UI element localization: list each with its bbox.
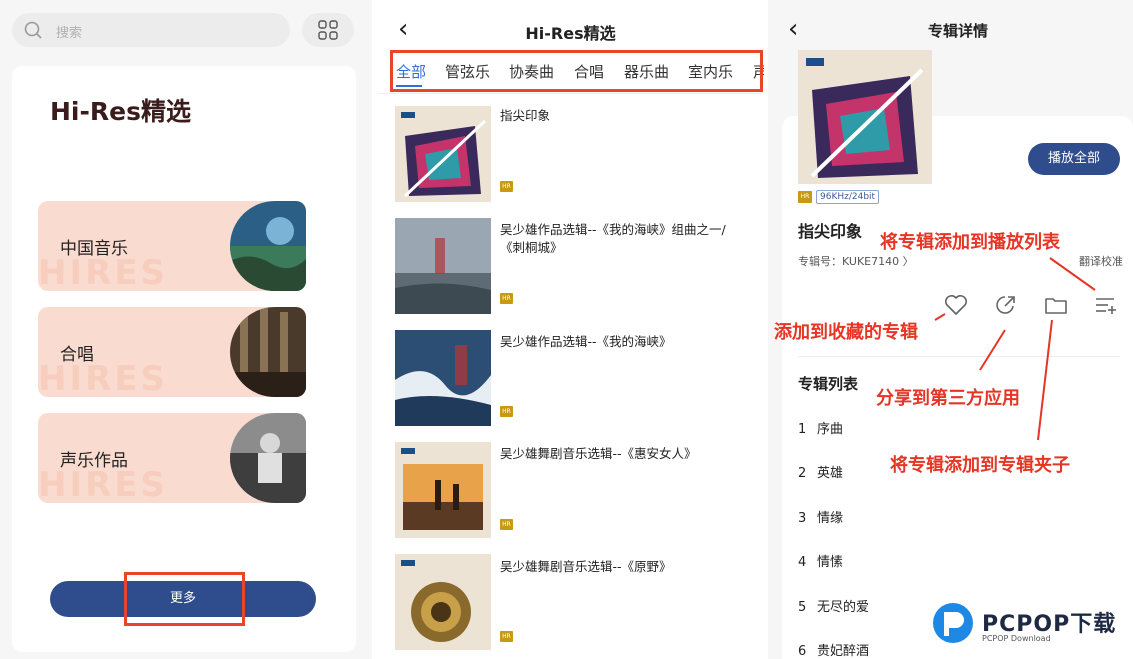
annotation-add-favorite: 添加到收藏的专辑 bbox=[774, 322, 918, 343]
screenshot-collage: 搜索 Hi-Res精选 HIRES 中国音乐 HIRES 合唱 HIRES 声乐… bbox=[0, 0, 1133, 659]
annotation-add-playlist: 将专辑添加到播放列表 bbox=[880, 232, 1060, 253]
annotation-add-folder: 将专辑添加到专辑夹子 bbox=[890, 455, 1070, 476]
logo-subtext: PCPOP Download bbox=[982, 634, 1051, 643]
pcpop-logo: PCPOP下载 PCPOP Download bbox=[930, 600, 1130, 656]
annotation-share: 分享到第三方应用 bbox=[876, 388, 1020, 409]
pcpop-logo-icon bbox=[933, 603, 973, 643]
annotation-arrows bbox=[934, 257, 1096, 441]
